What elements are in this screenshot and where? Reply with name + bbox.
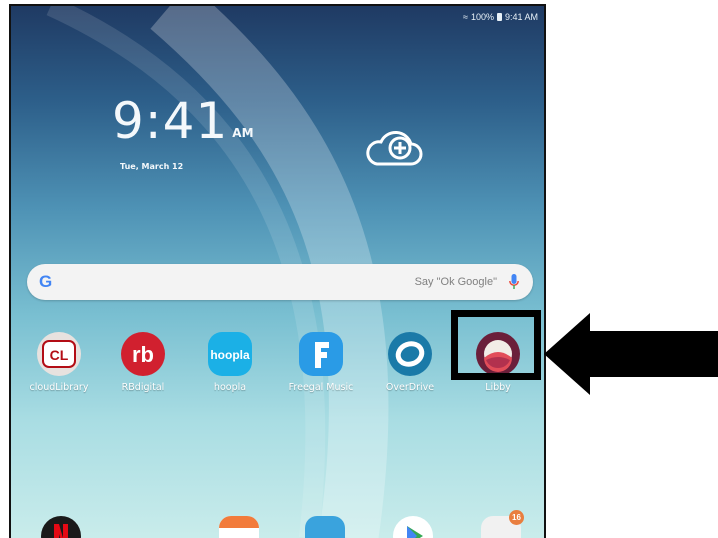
calendar-icon[interactable] <box>305 516 345 538</box>
clock-widget[interactable]: 9:41 AM Tue, March 12 <box>112 96 254 171</box>
hoopla-icon: hoopla <box>208 332 252 376</box>
play-store-icon[interactable] <box>393 516 433 538</box>
app-label: hoopla <box>213 382 247 393</box>
google-logo: G <box>39 272 53 291</box>
app-hoopla[interactable]: hoopla hoopla <box>195 332 265 393</box>
app-freegal[interactable]: Freegal Music <box>286 332 356 393</box>
wifi-icon: ≈ <box>462 12 468 22</box>
cloud-add-icon[interactable] <box>363 130 427 170</box>
battery-icon <box>496 13 502 21</box>
freegal-icon <box>299 332 343 376</box>
svg-text:CL: CL <box>50 347 69 363</box>
battery-level: 100% <box>470 12 494 22</box>
app-cloudlibrary[interactable]: CL cloudLibrary <box>24 332 94 393</box>
svg-text:hoopla: hoopla <box>210 348 250 362</box>
pointer-arrow-icon <box>544 313 718 395</box>
app-label: RBdigital <box>121 382 165 393</box>
microphone-icon[interactable] <box>509 274 519 290</box>
app-label: cloudLibrary <box>29 382 89 393</box>
netflix-icon[interactable] <box>41 516 81 538</box>
clock-time: 9:41 <box>112 92 229 150</box>
search-hint: Say "Ok Google" <box>414 276 497 288</box>
status-time: 9:41 AM <box>504 12 538 22</box>
app-overdrive[interactable]: OverDrive <box>375 332 445 393</box>
app-rbdigital[interactable]: rb RBdigital <box>108 332 178 393</box>
app-label: Freegal Music <box>288 382 354 393</box>
overdrive-icon <box>388 332 432 376</box>
app-label: Libby <box>485 382 511 393</box>
google-search-bar[interactable]: G Say "Ok Google" <box>27 264 533 300</box>
notification-badge: 16 <box>509 510 524 525</box>
rbdigital-icon: rb <box>121 332 165 376</box>
highlight-box <box>451 310 541 380</box>
app-label: OverDrive <box>385 382 435 393</box>
clock-date: Tue, March 12 <box>120 162 184 171</box>
tablet-home-screen: ≈ 100% 9:41 AM 9:41 AM Tue, March 12 G Sa… <box>9 4 546 538</box>
cloudlibrary-icon: CL <box>37 332 81 376</box>
clock-ampm: AM <box>232 126 254 140</box>
svg-text:rb: rb <box>132 342 154 367</box>
calendar-notes-icon[interactable] <box>219 516 259 538</box>
status-bar: ≈ 100% 9:41 AM <box>463 12 538 22</box>
